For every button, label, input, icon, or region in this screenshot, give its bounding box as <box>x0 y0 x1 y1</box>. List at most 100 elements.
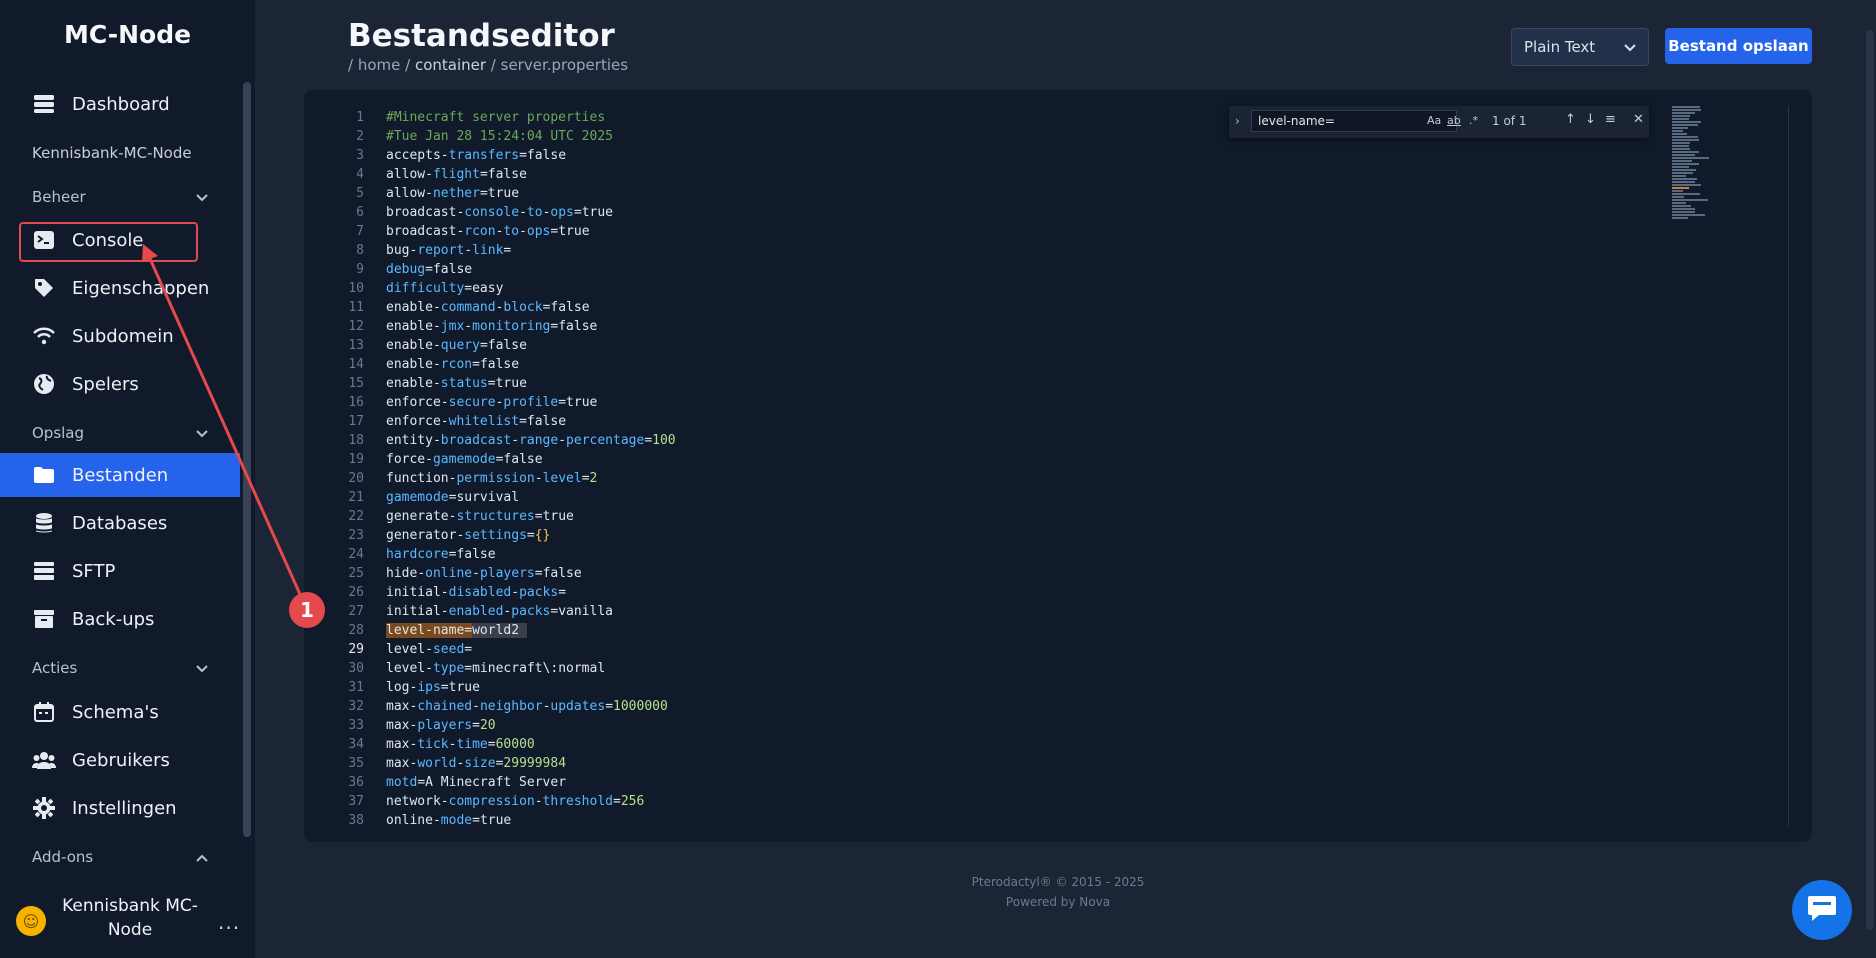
section-opslag-toggle[interactable]: Opslag <box>32 424 208 442</box>
chevron-down-icon <box>1624 38 1636 56</box>
minimap-line <box>1672 142 1690 144</box>
users-icon <box>32 748 56 772</box>
line-number: 2 <box>356 129 364 144</box>
line-number: 31 <box>348 680 364 695</box>
line-text: initial-enabled-packs=vanilla <box>386 604 614 619</box>
page-scrollbar[interactable] <box>1866 30 1874 930</box>
editor-scrollbar[interactable] <box>1788 106 1789 826</box>
sidebar-item-dashboard[interactable]: Dashboard <box>0 82 240 126</box>
user-name: Kennisbank MC-Node <box>62 896 198 940</box>
line-text: difficulty=easy <box>386 281 504 296</box>
sidebar-item-label: Spelers <box>72 373 139 395</box>
minimap-line <box>1672 112 1695 114</box>
save-file-button[interactable]: Bestand opslaan <box>1665 28 1812 64</box>
line-text: enforce-whitelist=false <box>386 414 567 429</box>
sidebar-item-label: Subdomein <box>72 325 174 347</box>
breadcrumb-container[interactable]: container <box>415 56 486 74</box>
breadcrumb-home[interactable]: home <box>358 56 401 74</box>
line-text: debug=false <box>386 262 473 277</box>
sidebar-item-subdomein[interactable]: Subdomein <box>0 314 240 358</box>
line-text: function-permission-level=2 <box>386 471 598 486</box>
line-number: 14 <box>348 357 364 372</box>
sidebar-item-label: Databases <box>72 512 168 534</box>
line-number: 34 <box>348 737 364 752</box>
language-select-value: Plain Text <box>1524 38 1596 56</box>
line-text: max-players=20 <box>386 718 496 733</box>
line-number: 1 <box>356 110 364 125</box>
line-text: broadcast-rcon-to-ops=true <box>386 224 590 239</box>
brand-logo[interactable]: MC-Node <box>0 20 255 49</box>
chevron-down-icon <box>196 659 208 677</box>
sidebar-item-label: Gebruikers <box>72 749 170 771</box>
breadcrumb-separator: / <box>348 56 358 74</box>
chevron-right-icon[interactable]: › <box>1235 114 1240 128</box>
find-in-selection-icon[interactable]: ≡ <box>1605 112 1616 127</box>
line-number: 13 <box>348 338 364 353</box>
line-text: hide-online-players=false <box>386 566 582 581</box>
line-number: 35 <box>348 756 364 771</box>
line-text: generator-settings={} <box>386 528 551 543</box>
sidebar-item-gebruikers[interactable]: Gebruikers <box>0 738 240 782</box>
sidebar-item-backups[interactable]: Back-ups <box>0 597 240 641</box>
database-icon <box>32 511 56 535</box>
folder-icon <box>32 463 56 487</box>
minimap-line <box>1672 190 1683 192</box>
sidebar-item-spelers[interactable]: Spelers <box>0 362 240 406</box>
arrow-up-icon[interactable]: ↑ <box>1565 112 1576 127</box>
chat-button[interactable] <box>1792 880 1852 940</box>
minimap-line <box>1672 118 1689 120</box>
match-case-toggle[interactable]: Aa <box>1427 114 1441 127</box>
user-block[interactable]: ☺ Kennisbank MC-Node ... <box>0 890 255 950</box>
breadcrumb: / home / container / server.properties <box>348 56 628 74</box>
section-acties-toggle[interactable]: Acties <box>32 659 208 677</box>
whole-word-toggle[interactable]: ab <box>1447 114 1461 127</box>
line-number: 16 <box>348 395 364 410</box>
line-text: initial-disabled-packs= <box>386 585 567 600</box>
regex-toggle[interactable]: .* <box>1469 114 1478 127</box>
line-number: 3 <box>356 148 364 163</box>
minimap-line <box>1672 124 1698 126</box>
sidebar-scrollbar[interactable] <box>243 82 251 837</box>
more-options-icon[interactable]: ... <box>218 910 240 934</box>
server-stack-icon <box>32 92 56 116</box>
line-text: max-chained-neighbor-updates=1000000 <box>386 699 668 714</box>
line-text: log-ips=true <box>386 680 480 695</box>
sidebar-item-databases[interactable]: Databases <box>0 501 240 545</box>
line-text: allow-flight=false <box>386 167 527 182</box>
section-addons-toggle[interactable]: Add-ons <box>32 848 208 866</box>
line-number: 28 <box>348 623 364 638</box>
line-number: 29 <box>348 642 364 657</box>
sidebar-item-instellingen[interactable]: Instellingen <box>0 786 240 830</box>
editor-minimap[interactable] <box>1670 106 1788 826</box>
footer-copyright[interactable]: Pterodactyl® © 2015 - 2025 <box>304 872 1812 892</box>
line-text: enable-status=true <box>386 376 527 391</box>
minimap-line <box>1672 157 1709 159</box>
sidebar-item-bestanden[interactable]: Bestanden <box>0 453 240 497</box>
line-number: 26 <box>348 585 364 600</box>
line-text: level-type=minecraft\:normal <box>386 661 606 676</box>
sidebar-item-eigenschappen[interactable]: Eigenschappen <box>0 266 240 310</box>
line-number: 36 <box>348 775 364 790</box>
language-select[interactable]: Plain Text <box>1511 28 1649 66</box>
minimap-line <box>1672 178 1697 180</box>
sidebar-item-label: Instellingen <box>72 797 177 819</box>
line-number: 23 <box>348 528 364 543</box>
sidebar-item-sftp[interactable]: SFTP <box>0 549 240 593</box>
minimap-line <box>1672 136 1698 138</box>
close-icon[interactable]: ✕ <box>1633 112 1644 127</box>
minimap-line <box>1672 193 1700 195</box>
find-widget[interactable]: › level-name= Aa ab .* 1 of 1 ↑ ↓ ≡ ✕ <box>1229 106 1649 138</box>
arrow-down-icon[interactable]: ↓ <box>1585 112 1596 127</box>
line-text: bug-report-link= <box>386 243 512 258</box>
line-number: 18 <box>348 433 364 448</box>
line-text: level-name=world2 <box>386 623 527 638</box>
line-text: hardcore=false <box>386 547 496 562</box>
section-label: Acties <box>32 659 78 677</box>
line-number: 12 <box>348 319 364 334</box>
code-editor[interactable]: 1 #Minecraft server properties 2 #Tue Jan 2… <box>304 90 1812 842</box>
minimap-line <box>1672 160 1692 162</box>
sidebar-item-schemas[interactable]: Schema's <box>0 690 240 734</box>
archive-icon <box>32 607 56 631</box>
line-text: entity-broadcast-range-percentage=100 <box>386 433 676 448</box>
section-beheer-toggle[interactable]: Beheer <box>32 188 208 206</box>
